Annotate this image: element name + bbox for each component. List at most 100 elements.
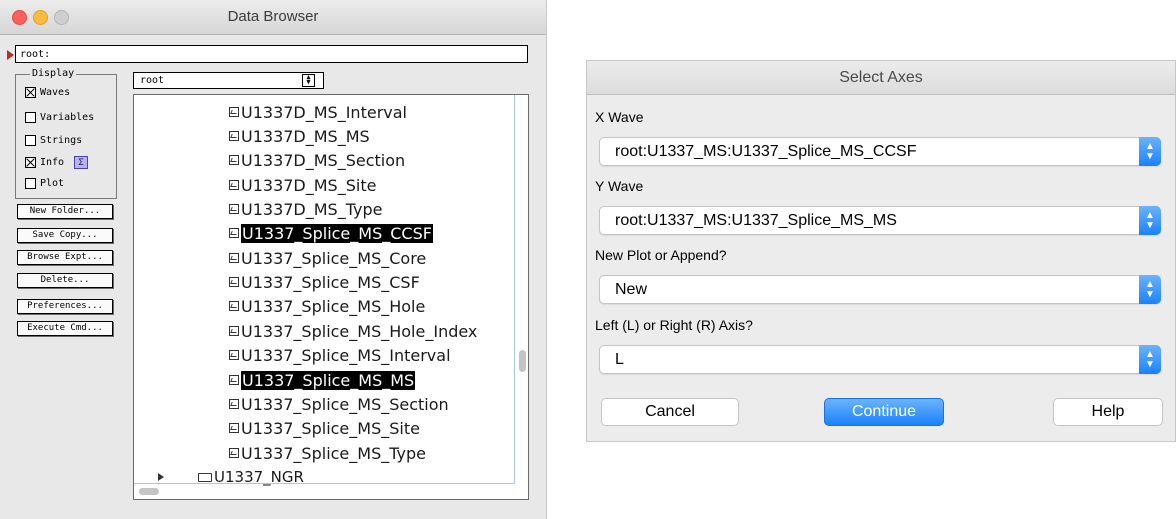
wave-item[interactable]: U1337D_MS_MS (229, 125, 370, 147)
plot-checkbox-label: Plot (40, 177, 65, 189)
wave-name: U1337_Splice_MS_CSF (241, 272, 420, 292)
y-wave-label: Y Wave (595, 178, 644, 194)
wave-icon (229, 423, 239, 433)
help-button[interactable]: Help (1053, 398, 1163, 426)
wave-item-selected[interactable]: U1337_Splice_MS_MS (229, 369, 416, 391)
plot-mode-select[interactable]: New ▲ ▼ (599, 275, 1161, 304)
wave-name: U1337_Splice_MS_Core (241, 248, 427, 268)
folder-name: U1337_NGR (214, 468, 304, 486)
wave-name: U1337D_MS_Section (241, 150, 406, 170)
wave-icon (229, 131, 239, 141)
cancel-button[interactable]: Cancel (601, 398, 739, 426)
wave-name: U1337_Splice_MS_Interval (241, 345, 451, 365)
wave-item[interactable]: U1337D_MS_Site (229, 174, 376, 196)
browse-expt-button[interactable]: Browse Expt... (17, 250, 113, 265)
wave-item[interactable]: U1337_Splice_MS_Type (229, 442, 426, 464)
current-folder-marker-icon (7, 50, 14, 60)
execute-cmd-button[interactable]: Execute Cmd... (17, 321, 113, 336)
dialog-title: Select Axes (839, 69, 923, 86)
plot-checkbox-row[interactable]: Plot (25, 176, 64, 190)
x-wave-label: X Wave (595, 109, 644, 125)
delete-button[interactable]: Delete... (17, 273, 113, 288)
plot-mode-value: New (615, 281, 648, 298)
wave-item[interactable]: U1337_Splice_MS_Interval (229, 344, 451, 366)
data-browser-window: Data Browser root: Display Waves Variabl… (0, 0, 547, 519)
wave-name: U1337_Splice_MS_Hole (241, 296, 426, 316)
chevron-updown-icon: ▲ ▼ (1139, 275, 1161, 304)
horizontal-scrollbar-thumb[interactable] (139, 488, 159, 495)
wave-name: U1337_Splice_MS_Type (241, 443, 426, 463)
wave-name: U1337D_MS_Interval (241, 102, 407, 122)
new-folder-button[interactable]: New Folder... (17, 204, 113, 219)
disclosure-triangle-icon[interactable] (158, 473, 164, 481)
wave-icon (229, 180, 239, 190)
chevron-updown-icon: ▲ ▼ (1139, 345, 1161, 374)
wave-icon (229, 277, 239, 287)
wave-item-selected[interactable]: U1337_Splice_MS_CCSF (229, 222, 433, 244)
select-stepper-icon: ▲ ▼ (302, 74, 315, 87)
x-wave-value: root:U1337_MS:U1337_Splice_MS_CCSF (615, 143, 917, 160)
wave-item[interactable]: U1337D_MS_Interval (229, 101, 407, 123)
wave-item[interactable]: U1337D_MS_Section (229, 149, 405, 171)
vertical-scrollbar-thumb[interactable] (519, 350, 526, 372)
variables-checkbox[interactable] (25, 111, 36, 123)
x-wave-select[interactable]: root:U1337_MS:U1337_Splice_MS_CCSF ▲ ▼ (599, 137, 1161, 166)
wave-item[interactable]: U1337_Splice_MS_Hole_Index (229, 320, 477, 342)
wave-name: U1337_Splice_MS_Hole_Index (241, 321, 478, 341)
wave-icon (229, 448, 239, 458)
wave-name: U1337_Splice_MS_Site (241, 418, 420, 438)
data-browser-titlebar[interactable]: Data Browser (0, 0, 546, 35)
strings-checkbox-label: Strings (40, 134, 83, 146)
strings-checkbox-row[interactable]: Strings (25, 133, 82, 147)
dialog-titlebar[interactable]: Select Axes (587, 61, 1175, 95)
wave-item[interactable]: U1337D_MS_Type (229, 198, 382, 220)
display-options-group: Display Waves Variables Strings Info Σ P… (15, 68, 117, 199)
wave-name: U1337D_MS_MS (241, 126, 370, 146)
plot-mode-label: New Plot or Append? (595, 247, 727, 263)
wave-item[interactable]: U1337_Splice_MS_Section (229, 393, 449, 415)
wave-icon (229, 107, 239, 117)
waves-checkbox[interactable] (25, 86, 36, 98)
select-axes-dialog: Select Axes X Wave root:U1337_MS:U1337_S… (586, 60, 1176, 442)
wave-name: U1337_Splice_MS_MS (241, 370, 416, 390)
waves-checkbox-row[interactable]: Waves (25, 85, 70, 99)
strings-checkbox[interactable] (25, 134, 36, 146)
info-checkbox[interactable] (25, 156, 36, 168)
wave-name: U1337D_MS_Site (241, 175, 377, 195)
wave-item[interactable]: U1337_Splice_MS_CSF (229, 271, 420, 293)
preferences-button[interactable]: Preferences... (17, 299, 113, 314)
wave-icon (229, 375, 239, 385)
y-wave-value: root:U1337_MS:U1337_Splice_MS_MS (615, 212, 897, 229)
plot-checkbox[interactable] (25, 177, 36, 189)
variables-checkbox-label: Variables (40, 111, 95, 123)
continue-button[interactable]: Continue (824, 398, 944, 426)
data-tree[interactable]: U1337D_MS_Interval U1337D_MS_MS U1337D_M… (133, 94, 529, 500)
sigma-icon[interactable]: Σ (74, 155, 89, 169)
current-path-field[interactable]: root: (15, 45, 528, 63)
wave-icon (229, 350, 239, 360)
folder-icon (198, 472, 212, 482)
axis-side-value: L (615, 351, 624, 368)
axis-side-select[interactable]: L ▲ ▼ (599, 345, 1161, 374)
info-checkbox-label: Info (40, 156, 65, 168)
wave-icon (229, 155, 239, 165)
wave-item[interactable]: U1337_Splice_MS_Core (229, 247, 426, 269)
y-wave-select[interactable]: root:U1337_MS:U1337_Splice_MS_MS ▲ ▼ (599, 206, 1161, 235)
wave-item[interactable]: U1337_Splice_MS_Site (229, 417, 420, 439)
chevron-updown-icon: ▲ ▼ (1139, 137, 1161, 166)
display-legend: Display (30, 68, 77, 79)
wave-icon (229, 301, 239, 311)
wave-icon (229, 253, 239, 263)
axis-side-label: Left (L) or Right (R) Axis? (595, 317, 753, 333)
chevron-updown-icon: ▲ ▼ (1139, 206, 1161, 235)
wave-icon (229, 326, 239, 336)
folder-select[interactable]: root ▲ ▼ (133, 72, 324, 89)
variables-checkbox-row[interactable]: Variables (25, 110, 94, 124)
folder-select-value: root (140, 75, 165, 86)
wave-icon (229, 399, 239, 409)
folder-item[interactable]: U1337_NGR (158, 468, 304, 486)
info-checkbox-row[interactable]: Info Σ (25, 155, 89, 169)
wave-icon (229, 228, 239, 238)
save-copy-button[interactable]: Save Copy... (17, 228, 113, 243)
wave-item[interactable]: U1337_Splice_MS_Hole (229, 295, 425, 317)
